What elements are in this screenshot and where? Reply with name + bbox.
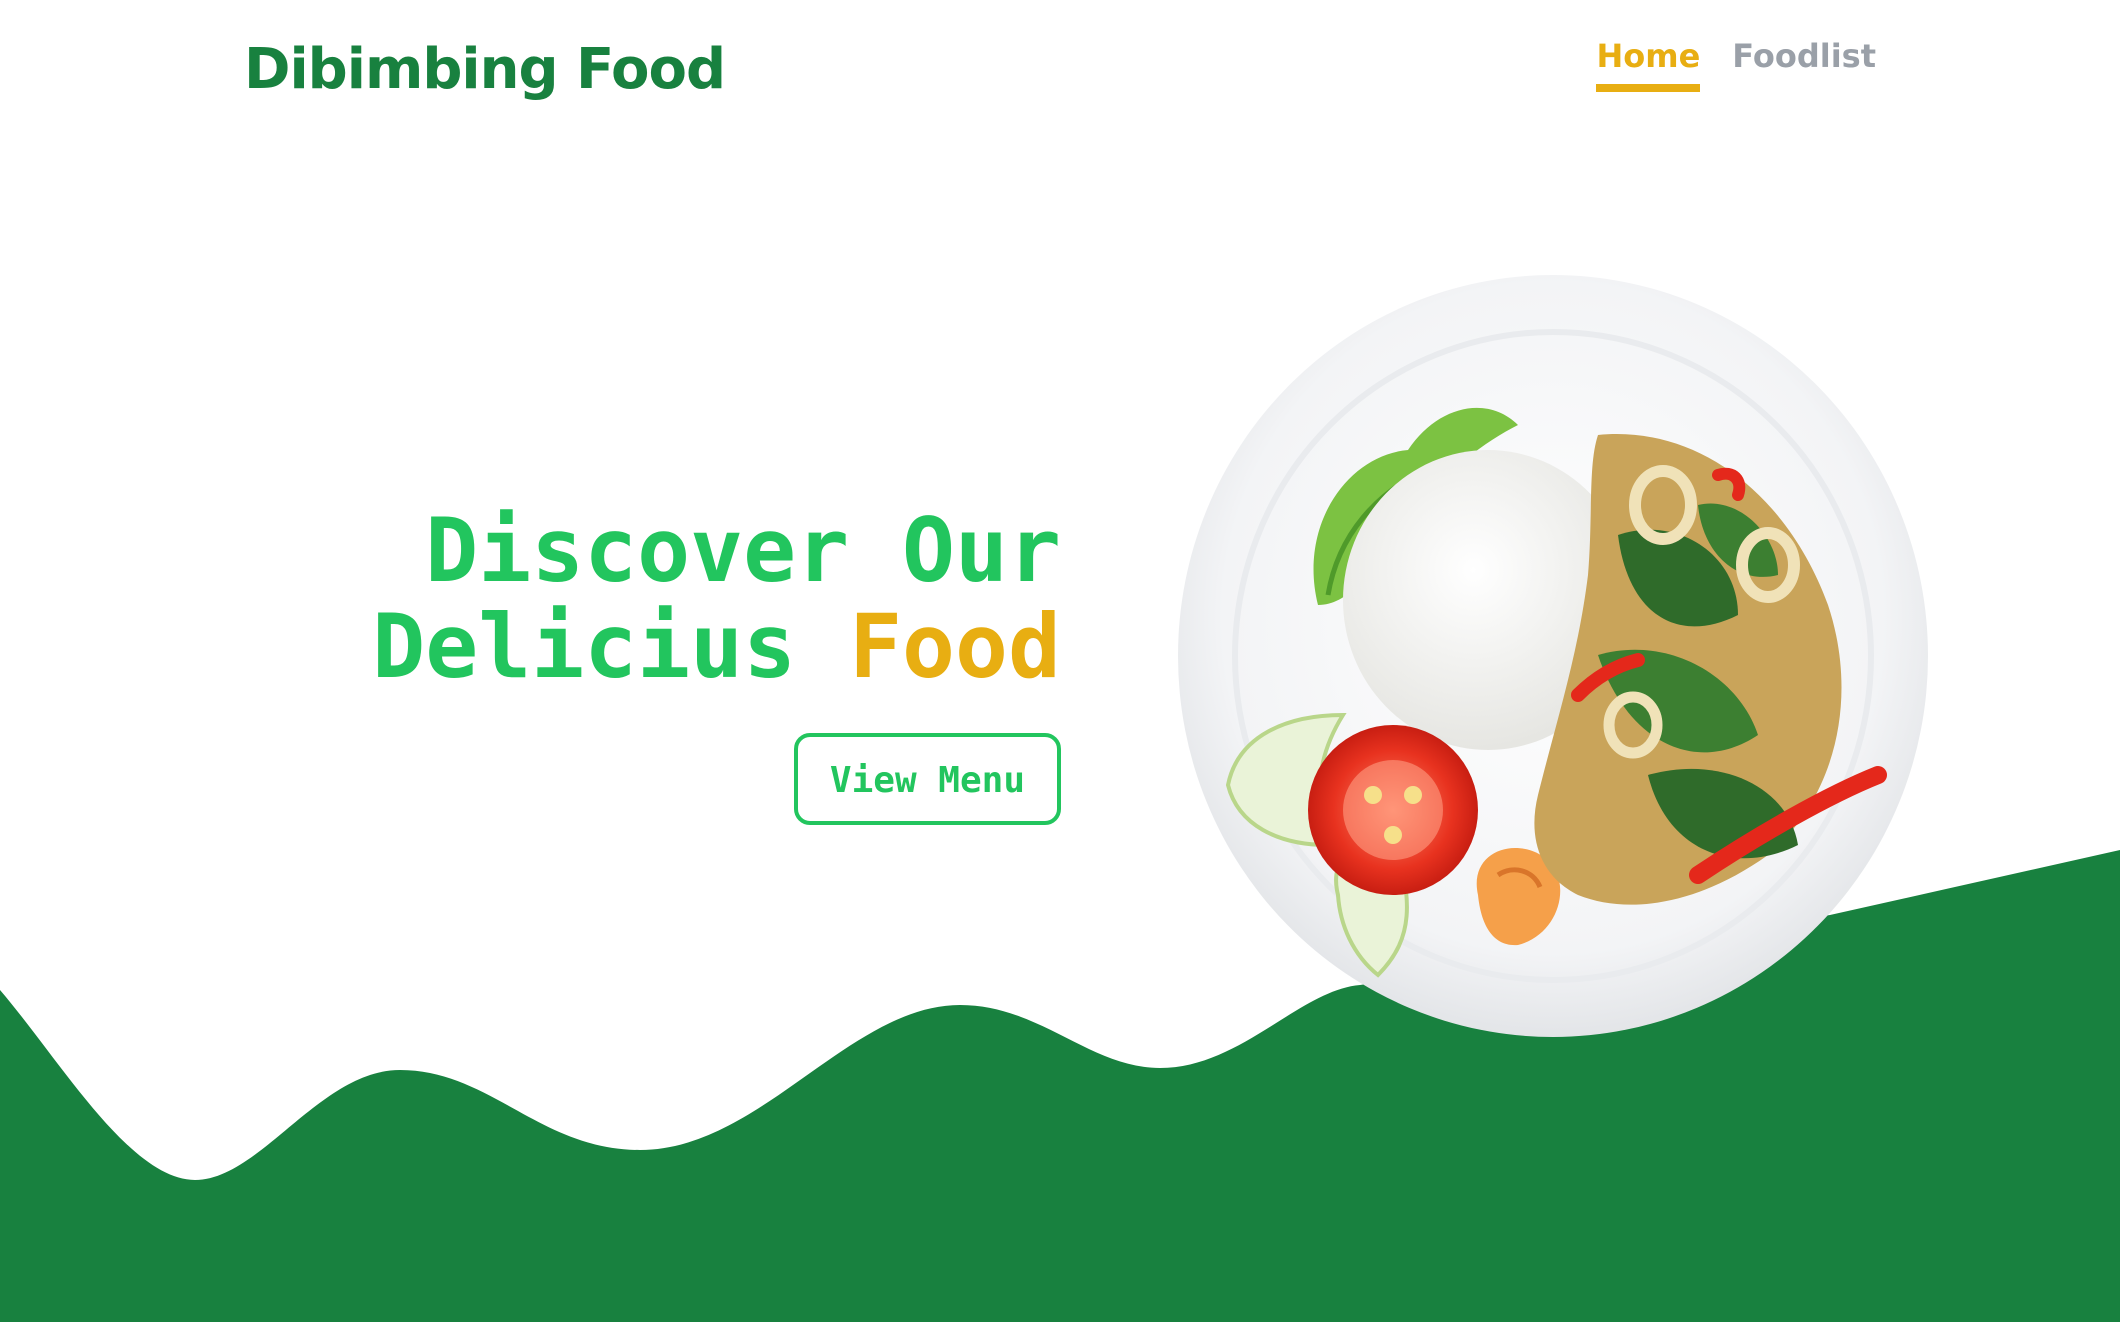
- hero-text-block: Discover Our Delicius Food View Menu: [372, 503, 1061, 825]
- hero-title-line2: Delicius: [372, 595, 850, 698]
- hero-title-line1: Discover Our: [425, 499, 1061, 602]
- nav-foodlist-link[interactable]: Foodlist: [1732, 34, 1876, 92]
- nav-home-link[interactable]: Home: [1596, 34, 1701, 92]
- view-menu-button[interactable]: View Menu: [793, 733, 1061, 825]
- hero-title-accent: Food: [849, 595, 1061, 698]
- hero-food-plate-image: [1178, 275, 1928, 1037]
- food-plate-illustration: [1178, 275, 1928, 1037]
- hero-title: Discover Our Delicius Food: [372, 503, 1061, 695]
- brand-logo-text[interactable]: Dibimbing Food: [244, 34, 726, 106]
- main-nav: Home Foodlist: [1596, 34, 1876, 92]
